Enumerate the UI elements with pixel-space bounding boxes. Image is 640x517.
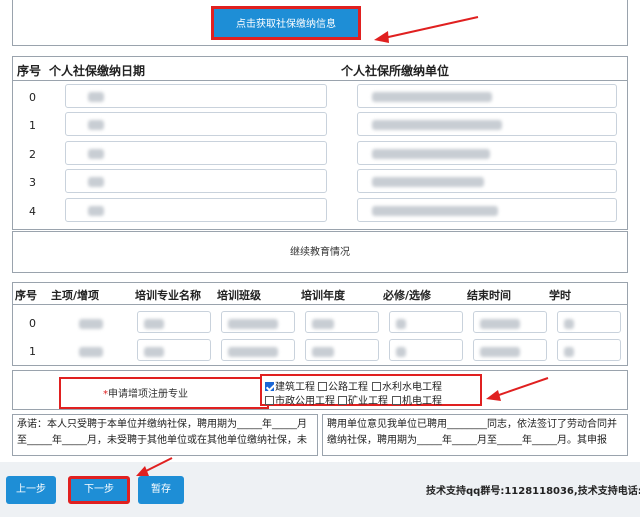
col-year: 培训年度 <box>301 289 345 302</box>
major-label-text: 申请增项注册专业 <box>108 389 188 400</box>
pay-date-field[interactable] <box>65 84 327 108</box>
row-index: 0 <box>29 317 36 330</box>
social-security-table: 0 1 2 3 4 <box>12 80 628 230</box>
next-button[interactable]: 下一步 <box>68 476 130 504</box>
continuing-education-table: 0 1 <box>12 304 628 366</box>
required-elective-field[interactable] <box>389 339 463 361</box>
hours-field[interactable] <box>557 311 621 333</box>
row-index: 0 <box>29 91 36 104</box>
table-row: 0 <box>13 311 627 335</box>
footer-bar: 上一步 下一步 暂存 技术支持qq群号:1128118036,技术支持电话:0 <box>0 462 640 517</box>
table-row: 3 <box>13 169 627 195</box>
required-elective-field[interactable] <box>389 311 463 333</box>
row-index: 4 <box>29 205 36 218</box>
class-field[interactable] <box>221 339 295 361</box>
arrow-icon <box>374 16 479 43</box>
col-pay-date: 个人社保缴纳日期 <box>49 64 146 78</box>
option-municipal[interactable]: 市政公用工程 <box>265 392 335 407</box>
table-row: 4 <box>13 198 627 224</box>
pay-unit-field[interactable] <box>357 84 617 108</box>
checkbox-icon[interactable] <box>392 396 401 405</box>
col-pay-unit: 个人社保所缴纳单位 <box>341 64 450 78</box>
social-security-header: 序号 个人社保缴纳日期 个人社保所缴纳单位 <box>12 56 628 80</box>
prev-button[interactable]: 上一步 <box>6 476 56 504</box>
checkbox-icon[interactable] <box>338 396 347 405</box>
col-end-time: 结束时间 <box>467 289 511 302</box>
table-row: 2 <box>13 141 627 167</box>
major-name-field[interactable] <box>137 311 211 333</box>
end-time-field[interactable] <box>473 311 547 333</box>
major-options: 建筑工程 公路工程 水利水电工程 市政公用工程 矿业工程 机电工程 <box>260 374 482 407</box>
save-draft-button[interactable]: 暂存 <box>138 476 184 504</box>
col-index: 序号 <box>17 64 42 78</box>
option-highway[interactable]: 公路工程 <box>318 378 368 393</box>
year-field[interactable] <box>305 339 379 361</box>
table-row: 0 <box>13 84 627 110</box>
col-main-added: 主项/增项 <box>51 289 100 302</box>
continuing-education-header: 序号 主项/增项 培训专业名称 培训班级 培训年度 必修/选修 结束时间 学时 <box>12 282 628 304</box>
pay-unit-field[interactable] <box>357 112 617 136</box>
checkbox-checked-icon[interactable] <box>265 382 274 391</box>
col-required-elective: 必修/选修 <box>383 289 432 302</box>
row-index: 1 <box>29 345 36 358</box>
table-row: 1 <box>13 112 627 138</box>
fetch-social-security-button[interactable]: 点击获取社保缴纳信息 <box>211 6 361 40</box>
hours-field[interactable] <box>557 339 621 361</box>
table-row: 1 <box>13 339 627 363</box>
row-index: 1 <box>29 119 36 132</box>
pay-date-field[interactable] <box>65 141 327 165</box>
employer-opinion: 聘用单位意见我单位已聘用________同志，依法签订了劳动合同并缴纳社保，聘用… <box>322 414 628 456</box>
col-index: 序号 <box>15 289 37 302</box>
arrow-icon <box>136 457 173 476</box>
checkbox-icon[interactable] <box>372 382 381 391</box>
class-field[interactable] <box>221 311 295 333</box>
row-index: 3 <box>29 176 36 189</box>
main-added-value <box>79 319 103 329</box>
applicant-promise: 承诺：本人只受聘于本单位并缴纳社保，聘用期为_____年_____月至_____… <box>12 414 318 456</box>
fetch-panel: 点击获取社保缴纳信息 <box>12 0 628 46</box>
arrow-icon <box>486 377 549 401</box>
pay-unit-field[interactable] <box>357 198 617 222</box>
checkbox-icon[interactable] <box>265 396 274 405</box>
option-water[interactable]: 水利水电工程 <box>372 378 442 393</box>
end-time-field[interactable] <box>473 339 547 361</box>
pay-unit-field[interactable] <box>357 141 617 165</box>
option-mining[interactable]: 矿业工程 <box>338 392 388 407</box>
continuing-education-title: 继续教育情况 <box>12 231 628 273</box>
option-building[interactable]: 建筑工程 <box>265 378 315 393</box>
pay-date-field[interactable] <box>65 198 327 222</box>
checkbox-icon[interactable] <box>318 382 327 391</box>
col-class: 培训班级 <box>217 289 261 302</box>
pay-date-field[interactable] <box>65 169 327 193</box>
main-added-value <box>79 347 103 357</box>
row-index: 2 <box>29 148 36 161</box>
col-hours: 学时 <box>549 289 571 302</box>
major-name-field[interactable] <box>137 339 211 361</box>
major-label: *申请增项注册专业 <box>103 385 188 400</box>
pay-date-field[interactable] <box>65 112 327 136</box>
year-field[interactable] <box>305 311 379 333</box>
option-mechanical[interactable]: 机电工程 <box>392 392 442 407</box>
support-info: 技术支持qq群号:1128118036,技术支持电话:0 <box>426 486 640 497</box>
col-major-name: 培训专业名称 <box>135 289 201 302</box>
pay-unit-field[interactable] <box>357 169 617 193</box>
